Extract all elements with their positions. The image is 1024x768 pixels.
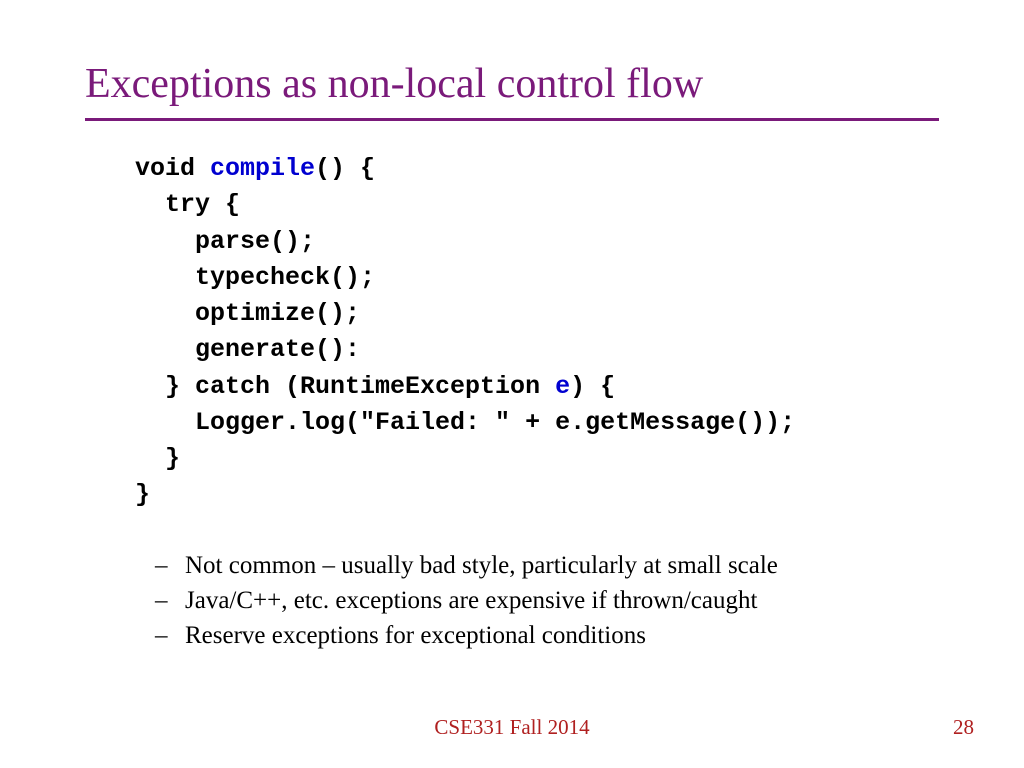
bullet-text: Java/C++, etc. exceptions are expensive … <box>185 583 757 618</box>
bullet-item: – Reserve exceptions for exceptional con… <box>155 618 939 653</box>
bullet-text: Not common – usually bad style, particul… <box>185 548 778 583</box>
code-line-5: optimize(); <box>135 299 360 328</box>
code-line-3: parse(); <box>135 227 315 256</box>
bullet-dash: – <box>155 583 185 618</box>
code-line-4: typecheck(); <box>135 263 375 292</box>
slide: Exceptions as non-local control flow voi… <box>0 0 1024 768</box>
code-text: } catch (RuntimeException <box>135 372 555 401</box>
code-text: () { <box>315 154 375 183</box>
code-line-1: void compile() { <box>135 154 375 183</box>
code-line-9: } <box>135 444 180 473</box>
bullet-dash: – <box>155 618 185 653</box>
bullet-item: – Not common – usually bad style, partic… <box>155 548 939 583</box>
bullet-item: – Java/C++, etc. exceptions are expensiv… <box>155 583 939 618</box>
code-line-2: try { <box>135 190 240 219</box>
code-line-7: } catch (RuntimeException e) { <box>135 372 615 401</box>
code-line-6: generate(): <box>135 335 360 364</box>
code-identifier: e <box>555 372 570 401</box>
slide-title: Exceptions as non-local control flow <box>85 60 939 121</box>
code-text: void <box>135 154 210 183</box>
bullet-list: – Not common – usually bad style, partic… <box>155 548 939 653</box>
code-line-8: Logger.log("Failed: " + e.getMessage()); <box>135 408 795 437</box>
code-block: void compile() { try { parse(); typechec… <box>135 151 939 514</box>
bullet-text: Reserve exceptions for exceptional condi… <box>185 618 646 653</box>
footer-page-number: 28 <box>953 715 974 740</box>
code-text: ) { <box>570 372 615 401</box>
code-line-10: } <box>135 480 150 509</box>
code-identifier: compile <box>210 154 315 183</box>
footer-course: CSE331 Fall 2014 <box>0 715 1024 740</box>
bullet-dash: – <box>155 548 185 583</box>
